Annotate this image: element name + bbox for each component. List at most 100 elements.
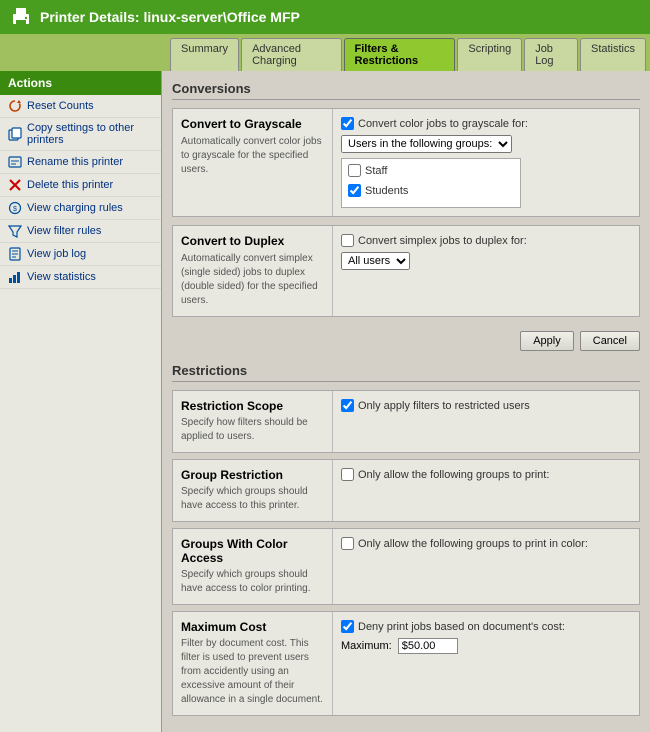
group-students[interactable]: Students	[348, 183, 514, 198]
restriction-scope-heading: Restriction Scope	[181, 399, 324, 413]
grayscale-checkbox[interactable]	[341, 117, 354, 130]
sidebar-label-statistics: View statistics	[27, 271, 96, 283]
restrictions-section: Restrictions Restriction Scope Specify h…	[172, 363, 640, 716]
max-cost-row: Maximum:	[341, 638, 631, 654]
printer-icon	[10, 6, 32, 28]
duplex-description: Automatically convert simplex (single si…	[181, 252, 324, 308]
stats-icon	[8, 270, 22, 284]
sidebar-label-reset: Reset Counts	[27, 100, 94, 112]
sidebar-item-statistics[interactable]: View statistics	[0, 266, 161, 289]
tab-bar: Summary Advanced Charging Filters & Rest…	[0, 34, 650, 71]
apply-button[interactable]: Apply	[520, 331, 574, 351]
grayscale-dropdown[interactable]: Users in the following groups:	[341, 135, 512, 153]
grayscale-checkbox-label[interactable]: Convert color jobs to grayscale for:	[341, 117, 631, 130]
group-restriction-left: Group Restriction Specify which groups s…	[173, 460, 333, 521]
max-cost-label[interactable]: Deny print jobs based on document's cost…	[341, 620, 631, 633]
max-cost-desc: Filter by document cost. This filter is …	[181, 637, 324, 707]
tab-summary[interactable]: Summary	[170, 38, 239, 71]
tab-filters-restrictions[interactable]: Filters & Restrictions	[344, 38, 456, 71]
tab-advanced-charging[interactable]: Advanced Charging	[241, 38, 341, 71]
restriction-scope-checkbox[interactable]	[341, 399, 354, 412]
max-cost-input[interactable]	[398, 638, 458, 654]
duplex-checkbox-label[interactable]: Convert simplex jobs to duplex for:	[341, 234, 631, 247]
svg-text:$: $	[13, 206, 17, 213]
content-area: Conversions Convert to Grayscale Automat…	[162, 71, 650, 732]
restriction-scope-right: Only apply filters to restricted users	[333, 391, 639, 452]
color-access-left: Groups With Color Access Specify which g…	[173, 529, 333, 604]
color-access-heading: Groups With Color Access	[181, 537, 324, 565]
sidebar-item-reset-counts[interactable]: Reset Counts	[0, 95, 161, 118]
main-layout: Actions Reset Counts Copy settings to ot…	[0, 71, 650, 732]
tab-scripting[interactable]: Scripting	[457, 38, 522, 71]
rename-icon	[8, 155, 22, 169]
restrictions-title: Restrictions	[172, 363, 640, 382]
color-access-box: Groups With Color Access Specify which g…	[172, 528, 640, 605]
group-students-checkbox[interactable]	[348, 184, 361, 197]
tab-statistics[interactable]: Statistics	[580, 38, 646, 71]
sidebar-item-charging-rules[interactable]: $ View charging rules	[0, 197, 161, 220]
group-restriction-desc: Specify which groups should have access …	[181, 485, 324, 513]
header-title: Printer Details: linux-server\Office MFP	[40, 9, 300, 25]
grayscale-heading: Convert to Grayscale	[181, 117, 324, 131]
log-icon	[8, 247, 22, 261]
duplex-left: Convert to Duplex Automatically convert …	[173, 226, 333, 316]
grayscale-box: Convert to Grayscale Automatically conve…	[172, 108, 640, 217]
sidebar-label-delete: Delete this printer	[27, 179, 113, 191]
group-restriction-checkbox[interactable]	[341, 468, 354, 481]
color-access-checkbox[interactable]	[341, 537, 354, 550]
apply-row: Apply Cancel	[172, 325, 640, 355]
grayscale-dropdown-row: Users in the following groups:	[341, 135, 631, 153]
max-cost-heading: Maximum Cost	[181, 620, 324, 634]
delete-icon	[8, 178, 22, 192]
sidebar-label-charging: View charging rules	[27, 202, 123, 214]
reset-icon	[8, 99, 22, 113]
grayscale-description: Automatically convert color jobs to gray…	[181, 135, 324, 177]
conversions-section: Conversions Convert to Grayscale Automat…	[172, 81, 640, 355]
color-access-label[interactable]: Only allow the following groups to print…	[341, 537, 631, 550]
restriction-scope-desc: Specify how filters should be applied to…	[181, 416, 324, 444]
sidebar-item-delete[interactable]: Delete this printer	[0, 174, 161, 197]
sidebar-title: Actions	[0, 71, 161, 95]
group-restriction-label[interactable]: Only allow the following groups to print…	[341, 468, 631, 481]
duplex-box: Convert to Duplex Automatically convert …	[172, 225, 640, 317]
sidebar-item-filter-rules[interactable]: View filter rules	[0, 220, 161, 243]
group-restriction-heading: Group Restriction	[181, 468, 324, 482]
header: Printer Details: linux-server\Office MFP	[0, 0, 650, 34]
grayscale-left: Convert to Grayscale Automatically conve…	[173, 109, 333, 216]
conversions-title: Conversions	[172, 81, 640, 100]
sidebar-item-copy-settings[interactable]: Copy settings to other printers	[0, 118, 161, 151]
sidebar-label-copy: Copy settings to other printers	[27, 122, 153, 146]
filter-icon	[8, 224, 22, 238]
duplex-dropdown-row: All users	[341, 252, 631, 270]
max-cost-checkbox[interactable]	[341, 620, 354, 633]
sidebar-label-filter: View filter rules	[27, 225, 101, 237]
duplex-checkbox[interactable]	[341, 234, 354, 247]
group-restriction-right: Only allow the following groups to print…	[333, 460, 639, 521]
max-cost-left: Maximum Cost Filter by document cost. Th…	[173, 612, 333, 715]
sidebar-label-rename: Rename this printer	[27, 156, 123, 168]
duplex-heading: Convert to Duplex	[181, 234, 324, 248]
restriction-scope-box: Restriction Scope Specify how filters sh…	[172, 390, 640, 453]
sidebar-item-rename[interactable]: Rename this printer	[0, 151, 161, 174]
color-access-desc: Specify which groups should have access …	[181, 568, 324, 596]
max-cost-right: Deny print jobs based on document's cost…	[333, 612, 639, 715]
group-staff-checkbox[interactable]	[348, 164, 361, 177]
duplex-right: Convert simplex jobs to duplex for: All …	[333, 226, 639, 316]
duplex-dropdown[interactable]: All users	[341, 252, 410, 270]
grayscale-right: Convert color jobs to grayscale for: Use…	[333, 109, 639, 216]
max-cost-box: Maximum Cost Filter by document cost. Th…	[172, 611, 640, 716]
restriction-scope-label[interactable]: Only apply filters to restricted users	[341, 399, 631, 412]
sidebar-item-job-log[interactable]: View job log	[0, 243, 161, 266]
copy-icon	[8, 127, 22, 141]
group-staff[interactable]: Staff	[348, 163, 514, 178]
grayscale-group-list: Staff Students	[341, 158, 521, 208]
charging-icon: $	[8, 201, 22, 215]
tab-job-log[interactable]: Job Log	[524, 38, 578, 71]
cancel-button[interactable]: Cancel	[580, 331, 640, 351]
color-access-right: Only allow the following groups to print…	[333, 529, 639, 604]
sidebar: Actions Reset Counts Copy settings to ot…	[0, 71, 162, 732]
sidebar-label-job-log: View job log	[27, 248, 86, 260]
group-restriction-box: Group Restriction Specify which groups s…	[172, 459, 640, 522]
restriction-scope-left: Restriction Scope Specify how filters sh…	[173, 391, 333, 452]
max-cost-max-label: Maximum:	[341, 640, 392, 652]
